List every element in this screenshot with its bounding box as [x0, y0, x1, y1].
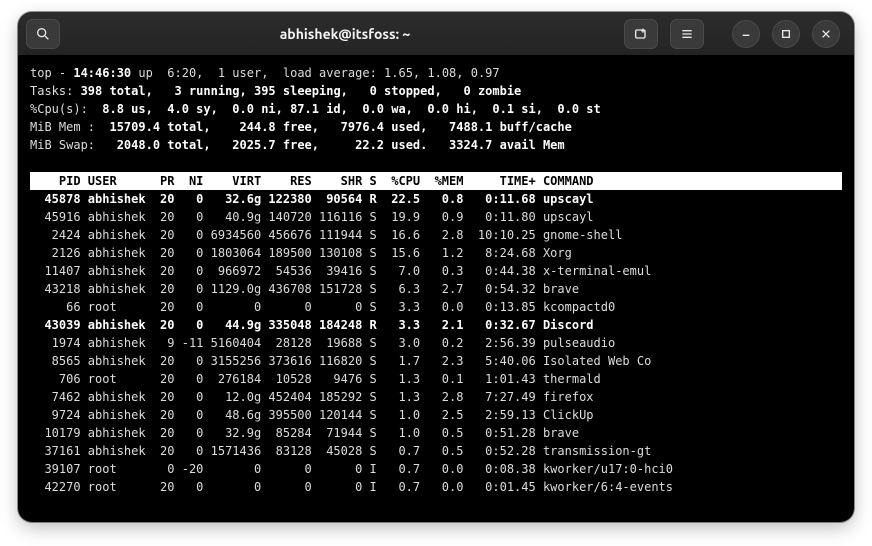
top-line1-pre: top -	[30, 66, 73, 80]
hamburger-icon	[679, 26, 695, 42]
menu-button[interactable]	[670, 19, 704, 49]
table-row: 43039 abhishek 20 0 44.9g 335048 184248 …	[30, 318, 594, 332]
search-icon	[35, 26, 51, 42]
table-row: 8565 abhishek 20 0 3155256 373616 116820…	[30, 354, 651, 368]
new-tab-button[interactable]	[624, 19, 658, 49]
close-icon	[818, 26, 834, 42]
table-row: 1974 abhishek 9 -11 5160404 28128 19688 …	[30, 336, 615, 350]
tasks-label: Tasks:	[30, 84, 73, 98]
swap-label: MiB Swap:	[30, 138, 95, 152]
titlebar: abhishek@itsfoss: ~	[18, 12, 854, 56]
swap-values: 2048.0 total, 2025.7 free, 22.2 used. 33…	[95, 138, 565, 152]
tasks-values: 398 total, 3 running, 395 sleeping, 0 st…	[73, 84, 521, 98]
mem-label: MiB Mem :	[30, 120, 95, 134]
table-row: 11407 abhishek 20 0 966972 54536 39416 S…	[30, 264, 651, 278]
cpu-values: 8.8 us, 4.0 sy, 0.0 ni, 87.1 id, 0.0 wa,…	[88, 102, 601, 116]
maximize-icon	[778, 26, 794, 42]
top-time: 14:46:30	[73, 66, 131, 80]
minimize-button[interactable]	[732, 20, 760, 48]
process-list: 45878 abhishek 20 0 32.6g 122380 90564 R…	[30, 192, 673, 494]
table-row: 66 root 20 0 0 0 0 S 3.3 0.0 0:13.85 kco…	[30, 300, 615, 314]
table-row: 42270 root 20 0 0 0 0 I 0.7 0.0 0:01.45 …	[30, 480, 673, 494]
maximize-button[interactable]	[772, 20, 800, 48]
process-header: PID USER PR NI VIRT RES SHR S %CPU %MEM …	[30, 172, 842, 190]
table-row: 43218 abhishek 20 0 1129.0g 436708 15172…	[30, 282, 579, 296]
table-row: 7462 abhishek 20 0 12.0g 452404 185292 S…	[30, 390, 594, 404]
table-row: 2126 abhishek 20 0 1803064 189500 130108…	[30, 246, 572, 260]
window-title: abhishek@itsfoss: ~	[66, 26, 624, 42]
minimize-icon	[738, 26, 754, 42]
terminal-output[interactable]: top - 14:46:30 up 6:20, 1 user, load ave…	[18, 56, 854, 506]
top-line1-rest: up 6:20, 1 user, load average: 1.65, 1.0…	[131, 66, 499, 80]
table-row: 9724 abhishek 20 0 48.6g 395500 120144 S…	[30, 408, 594, 422]
search-button[interactable]	[26, 19, 60, 49]
new-tab-icon	[633, 26, 649, 42]
table-row: 2424 abhishek 20 0 6934560 456676 111944…	[30, 228, 622, 242]
cpu-label: %Cpu(s):	[30, 102, 88, 116]
close-button[interactable]	[812, 20, 840, 48]
table-row: 37161 abhishek 20 0 1571436 83128 45028 …	[30, 444, 651, 458]
terminal-window: abhishek@itsfoss: ~ top - 14:46:30 up 6:…	[18, 12, 854, 522]
table-row: 10179 abhishek 20 0 32.9g 85284 71944 S …	[30, 426, 579, 440]
table-row: 45878 abhishek 20 0 32.6g 122380 90564 R…	[30, 192, 594, 206]
mem-values: 15709.4 total, 244.8 free, 7976.4 used, …	[95, 120, 572, 134]
table-row: 39107 root 0 -20 0 0 0 I 0.7 0.0 0:08.38…	[30, 462, 673, 476]
table-row: 706 root 20 0 276184 10528 9476 S 1.3 0.…	[30, 372, 601, 386]
table-row: 45916 abhishek 20 0 40.9g 140720 116116 …	[30, 210, 594, 224]
